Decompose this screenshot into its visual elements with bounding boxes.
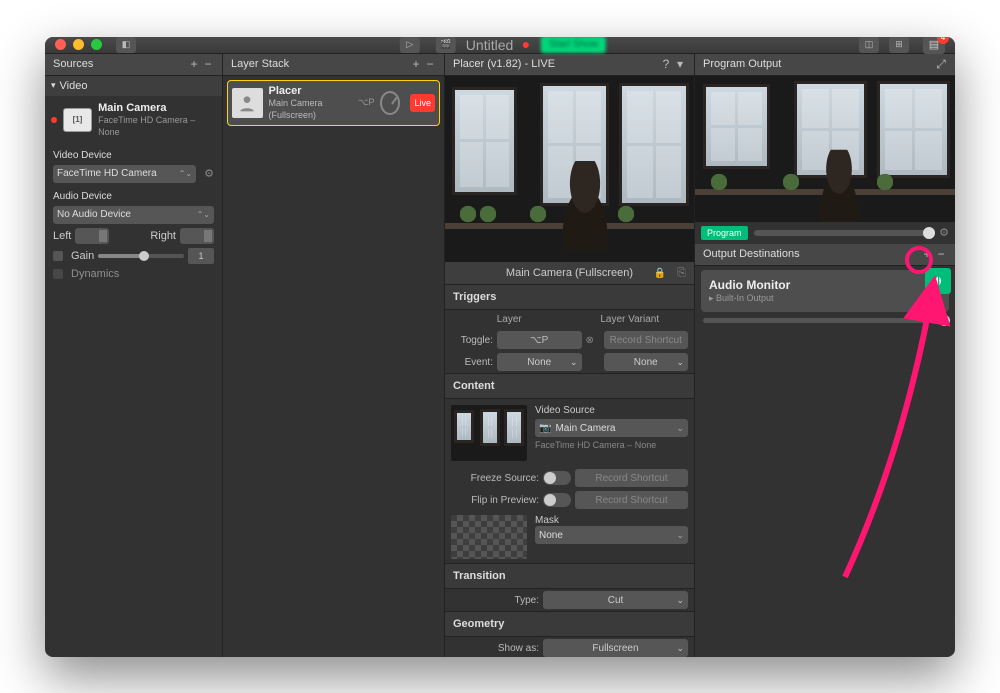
- left-channel-label: Left: [53, 230, 71, 242]
- layer-stack-header: Layer Stack + −: [223, 54, 444, 76]
- gain-checkbox[interactable]: [53, 251, 63, 261]
- window-zoom-button[interactable]: [91, 39, 102, 50]
- video-source-detail: FaceTime HD Camera – None: [535, 440, 688, 450]
- layout-a-button[interactable]: ◫: [859, 37, 879, 53]
- showas-select[interactable]: Fullscreen: [543, 639, 688, 656]
- flip-shortcut-field[interactable]: Record Shortcut: [575, 491, 688, 509]
- freeze-shortcut-field[interactable]: Record Shortcut: [575, 469, 688, 487]
- type-label: Type:: [451, 595, 539, 606]
- mask-label: Mask: [535, 515, 688, 526]
- dynamics-label: Dynamics: [71, 268, 119, 280]
- program-slider[interactable]: [754, 230, 934, 236]
- event-variant-select[interactable]: None: [604, 353, 689, 371]
- video-source-label: Video Source: [535, 405, 688, 416]
- triggers-section: Triggers: [445, 284, 694, 310]
- output-expand-button[interactable]: ⤢: [935, 57, 947, 72]
- speaker-icon: [931, 274, 945, 288]
- output-destinations-header: Output Destinations + −: [695, 244, 955, 266]
- layer-live-badge: Live: [410, 94, 435, 112]
- placer-menu-button[interactable]: ▾: [674, 57, 686, 71]
- recording-indicator-icon: [523, 42, 529, 48]
- program-badge: Program: [701, 226, 748, 240]
- audio-device-select[interactable]: No Audio Device⌃⌄: [53, 206, 214, 224]
- clapper-button[interactable]: 🎬: [436, 37, 456, 53]
- placer-header: Placer (v1.82) - LIVE ? ▾: [445, 54, 694, 76]
- source-item-main-camera[interactable]: [1] Main Camera FaceTime HD Camera – Non…: [45, 96, 222, 144]
- program-output-header: Program Output ⤢: [695, 54, 955, 76]
- placer-subtitle-bar: Main Camera (Fullscreen) 🔒 ⎘: [445, 262, 694, 284]
- right-channel-stepper[interactable]: [180, 228, 214, 244]
- preview-toggle-button[interactable]: ▷: [400, 37, 420, 53]
- flip-label: Flip in Preview:: [451, 495, 539, 506]
- gain-slider[interactable]: [98, 254, 184, 258]
- window-close-button[interactable]: [55, 39, 66, 50]
- freeze-label: Freeze Source:: [451, 473, 539, 484]
- add-destination-button[interactable]: +: [921, 247, 933, 261]
- dynamics-checkbox[interactable]: [53, 269, 63, 279]
- video-group-header[interactable]: Video: [45, 76, 222, 96]
- layer-col-label: Layer: [449, 314, 570, 325]
- add-layer-button[interactable]: +: [410, 57, 422, 71]
- video-device-select[interactable]: FaceTime HD Camera⌃⌄: [53, 165, 196, 183]
- layer-thumb-icon: [232, 88, 263, 118]
- mask-select[interactable]: None: [535, 526, 688, 544]
- rec-indicator-icon: [51, 117, 57, 123]
- transition-section: Transition: [445, 563, 694, 589]
- layer-shortcut-label: ⌥P: [358, 97, 374, 108]
- video-source-select[interactable]: 📷 Main Camera: [535, 419, 688, 437]
- output-panel: Program Output ⤢ Program ⚙ Output Destin…: [695, 54, 955, 657]
- sources-panel: Sources + − Video [1] Main Camera FaceTi…: [45, 54, 223, 657]
- clear-toggle-button[interactable]: ⊗: [586, 335, 600, 346]
- audio-monitor-card[interactable]: Audio Monitor ▸ Built-In Output: [701, 270, 949, 312]
- layer-stack-panel: Layer Stack + − Placer Main Camera (Full…: [223, 54, 445, 657]
- placer-help-button[interactable]: ?: [660, 57, 672, 71]
- remove-destination-button[interactable]: −: [935, 247, 947, 261]
- window-title: Untitled: [466, 37, 513, 53]
- video-device-settings-icon[interactable]: ⚙: [204, 167, 214, 180]
- freeze-toggle[interactable]: [543, 471, 571, 485]
- program-output-preview[interactable]: [695, 76, 955, 222]
- variant-shortcut-field[interactable]: Record Shortcut: [604, 331, 689, 349]
- layer-gauge-icon: [380, 91, 400, 115]
- content-section: Content: [445, 373, 694, 399]
- audio-monitor-slider[interactable]: [703, 318, 947, 323]
- showas-label: Show as:: [451, 643, 539, 654]
- remove-layer-button[interactable]: −: [424, 57, 436, 71]
- program-settings-icon[interactable]: ⚙: [939, 226, 949, 239]
- start-show-button[interactable]: Start Show: [541, 37, 606, 54]
- lock-icon[interactable]: 🔒: [654, 268, 666, 279]
- event-label: Event:: [451, 357, 493, 368]
- remove-source-button[interactable]: −: [202, 57, 214, 71]
- event-layer-select[interactable]: None: [497, 353, 582, 371]
- sources-header: Sources + −: [45, 54, 222, 76]
- transition-type-select[interactable]: Cut: [543, 591, 688, 609]
- mask-preview: [451, 515, 527, 559]
- layer-item-placer[interactable]: Placer Main Camera (Fullscreen) ⌥P Live: [227, 80, 440, 126]
- speaker-button[interactable]: [925, 268, 951, 294]
- notification-badge: 4: [937, 37, 949, 44]
- placer-panel: Placer (v1.82) - LIVE ? ▾ Main Camera (F…: [445, 54, 695, 657]
- placer-preview[interactable]: [445, 76, 694, 263]
- link-icon[interactable]: ⎘: [677, 267, 686, 280]
- video-device-label: Video Device: [45, 144, 222, 163]
- left-channel-stepper[interactable]: [75, 228, 109, 244]
- variant-col-label: Layer Variant: [570, 314, 691, 325]
- window-minimize-button[interactable]: [73, 39, 84, 50]
- toggle-shortcut-field[interactable]: ⌥P: [497, 331, 582, 349]
- right-channel-label: Right: [150, 230, 176, 242]
- notifications-button[interactable]: ▤ 4: [923, 37, 945, 54]
- audio-device-label: Audio Device: [45, 185, 222, 204]
- camera-icon: 📷: [539, 423, 551, 434]
- titlebar: ◧ ▷ 🎬 Untitled Start Show ◫ ⊞ ▤ 4: [45, 37, 955, 54]
- geometry-section: Geometry: [445, 611, 694, 637]
- toggle-label: Toggle:: [451, 335, 493, 346]
- content-preview-thumb: [451, 405, 527, 461]
- layout-b-button[interactable]: ⊞: [889, 37, 909, 53]
- gain-label: Gain: [71, 250, 94, 262]
- sidebar-toggle-button[interactable]: ◧: [116, 37, 136, 53]
- gain-value: 1: [188, 248, 214, 264]
- flip-toggle[interactable]: [543, 493, 571, 507]
- add-source-button[interactable]: +: [188, 57, 200, 71]
- camera-thumb-icon: [1]: [63, 108, 92, 132]
